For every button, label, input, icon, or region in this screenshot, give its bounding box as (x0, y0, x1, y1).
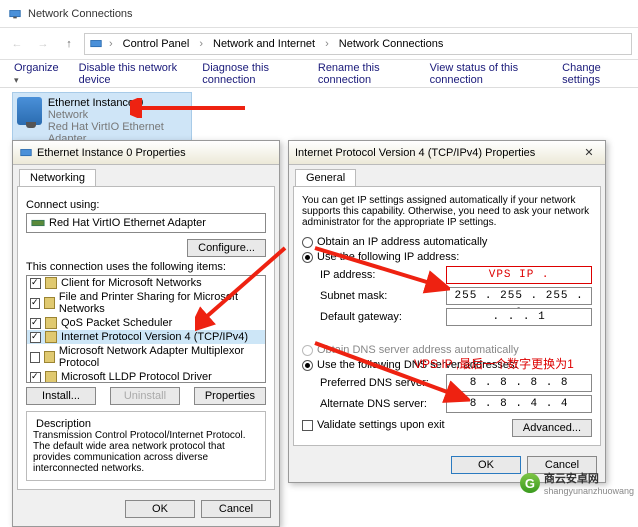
items-label: This connection uses the following items… (26, 261, 266, 273)
advanced-button[interactable]: Advanced... (512, 419, 592, 437)
adapter-name: Red Hat VirtIO Ethernet Adapter (49, 217, 206, 229)
chevron-right-icon: › (321, 38, 333, 50)
configure-button[interactable]: Configure... (187, 239, 266, 257)
ethernet-icon (17, 97, 42, 125)
ipv4-intro-text: You can get IP settings assigned automat… (302, 195, 592, 228)
adapter-field: Red Hat VirtIO Ethernet Adapter (26, 213, 266, 233)
disable-device-button[interactable]: Disable this network device (69, 58, 193, 90)
forward-button[interactable]: → (32, 33, 54, 55)
dialog-title: Ethernet Instance 0 Properties (37, 147, 186, 159)
logo-icon: G (520, 473, 540, 493)
protocol-icon (45, 277, 57, 289)
ip-address-input[interactable]: VPS IP . (446, 266, 592, 284)
checkbox[interactable] (30, 298, 40, 309)
description-group: Description Transmission Control Protoco… (26, 411, 266, 481)
ethernet-properties-dialog: Ethernet Instance 0 Properties Networkin… (12, 140, 280, 527)
list-item-label: QoS Packet Scheduler (61, 317, 172, 329)
list-item-label: Microsoft Network Adapter Multiplexor Pr… (59, 345, 262, 369)
connection-name: Ethernet Instance 0 (48, 97, 187, 109)
list-item[interactable]: Microsoft Network Adapter Multiplexor Pr… (27, 344, 265, 370)
view-status-button[interactable]: View status of this connection (420, 58, 553, 90)
description-text: Transmission Control Protocol/Internet P… (33, 430, 259, 474)
breadcrumb-item[interactable]: Network Connections (335, 38, 448, 50)
checkbox[interactable] (30, 332, 41, 343)
list-item-label: Microsoft LLDP Protocol Driver (61, 371, 212, 383)
list-item-label: Internet Protocol Version 4 (TCP/IPv4) (61, 331, 248, 343)
protocol-icon (45, 371, 57, 383)
properties-button[interactable]: Properties (194, 387, 266, 405)
alternate-dns-label: Alternate DNS server: (320, 398, 446, 410)
install-button[interactable]: Install... (26, 387, 96, 405)
list-item[interactable]: File and Printer Sharing for Microsoft N… (27, 290, 265, 316)
checkbox[interactable] (30, 352, 40, 363)
nav-row: ← → ↑ › Control Panel › Network and Inte… (0, 28, 638, 60)
window-titlebar: Network Connections (0, 0, 638, 28)
breadcrumb[interactable]: › Control Panel › Network and Internet ›… (84, 33, 632, 55)
protocol-list[interactable]: Client for Microsoft Networks File and Pr… (26, 275, 266, 383)
list-item-label: Client for Microsoft Networks (61, 277, 202, 289)
cancel-button[interactable]: Cancel (201, 500, 271, 518)
diagnose-button[interactable]: Diagnose this connection (192, 58, 308, 90)
ok-button[interactable]: OK (125, 500, 195, 518)
watermark-sub: shangyunanzhuowang (544, 486, 634, 496)
checkbox[interactable] (30, 278, 41, 289)
network-icon (89, 37, 103, 51)
radio-use-ip[interactable]: Use the following IP address: (302, 251, 592, 263)
ip-address-label: IP address: (320, 269, 446, 281)
breadcrumb-item[interactable]: Control Panel (119, 38, 194, 50)
uninstall-button: Uninstall (110, 387, 180, 405)
network-icon (8, 7, 22, 21)
chevron-right-icon: › (105, 38, 117, 50)
connection-status: Network (48, 109, 187, 121)
list-item[interactable]: Microsoft LLDP Protocol Driver (27, 370, 265, 383)
dialog-title: Internet Protocol Version 4 (TCP/IPv4) P… (295, 147, 535, 159)
subnet-mask-label: Subnet mask: (320, 290, 446, 302)
protocol-icon (45, 331, 57, 343)
list-item[interactable]: Internet Protocol Version 4 (TCP/IPv4) (27, 330, 265, 344)
rename-button[interactable]: Rename this connection (308, 58, 420, 90)
back-button[interactable]: ← (6, 33, 28, 55)
protocol-icon (44, 351, 55, 363)
tab-networking[interactable]: Networking (19, 169, 96, 186)
preferred-dns-label: Preferred DNS server: (320, 377, 446, 389)
tab-general[interactable]: General (295, 169, 356, 186)
default-gateway-label: Default gateway: (320, 311, 446, 323)
ipv4-properties-dialog: Internet Protocol Version 4 (TCP/IPv4) P… (288, 140, 606, 483)
breadcrumb-item[interactable]: Network and Internet (209, 38, 319, 50)
connection-text: Ethernet Instance 0 Network Red Hat Virt… (48, 97, 187, 145)
annotation-text: VPS IP ,最后一个数字更换为1 (414, 355, 574, 372)
connect-using-label: Connect using: (26, 199, 266, 211)
window-title: Network Connections (28, 8, 133, 20)
dialog-titlebar[interactable]: Ethernet Instance 0 Properties (13, 141, 279, 165)
toolbar: Organize Disable this network device Dia… (0, 60, 638, 88)
list-item-label: File and Printer Sharing for Microsoft N… (59, 291, 262, 315)
ok-button[interactable]: OK (451, 456, 521, 474)
watermark-brand: 商云安卓网 (544, 473, 599, 485)
protocol-icon (45, 317, 57, 329)
chevron-right-icon: › (195, 38, 207, 50)
ethernet-icon (19, 146, 33, 160)
organize-menu[interactable]: Organize (4, 58, 69, 90)
subnet-mask-input[interactable]: 255 . 255 . 255 . 0 (446, 287, 592, 305)
protocol-icon (44, 297, 55, 309)
checkbox[interactable] (30, 318, 41, 329)
checkbox[interactable] (30, 372, 41, 383)
list-item[interactable]: QoS Packet Scheduler (27, 316, 265, 330)
description-label: Description (33, 418, 94, 430)
preferred-dns-input[interactable]: 8 . 8 . 8 . 8 (446, 374, 592, 392)
validate-checkbox[interactable]: Validate settings upon exit Advanced... (302, 419, 592, 431)
list-item[interactable]: Client for Microsoft Networks (27, 276, 265, 290)
watermark: G 商云安卓网 shangyunanzhuowang (520, 470, 634, 496)
default-gateway-input[interactable]: . . . 1 (446, 308, 592, 326)
close-icon[interactable]: ✕ (579, 146, 599, 159)
dialog-titlebar[interactable]: Internet Protocol Version 4 (TCP/IPv4) P… (289, 141, 605, 165)
nic-icon (31, 216, 45, 230)
change-settings-button[interactable]: Change settings (552, 58, 634, 90)
alternate-dns-input[interactable]: 8 . 8 . 4 . 4 (446, 395, 592, 413)
up-button[interactable]: ↑ (58, 33, 80, 55)
radio-auto-ip[interactable]: Obtain an IP address automatically (302, 236, 592, 248)
